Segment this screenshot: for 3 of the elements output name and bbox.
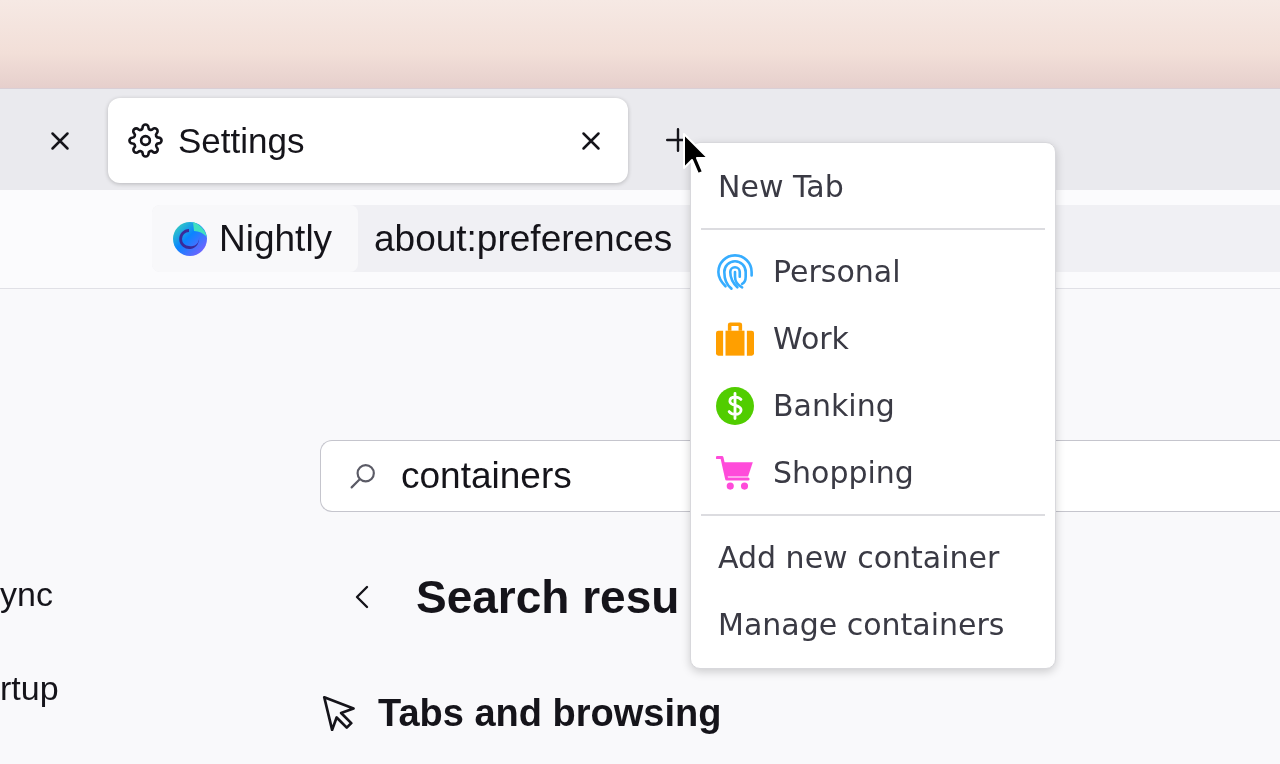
url-text: about:preferences bbox=[374, 217, 673, 260]
page-heading: Search resu bbox=[416, 570, 680, 624]
section-heading: Tabs and browsing bbox=[378, 691, 722, 735]
